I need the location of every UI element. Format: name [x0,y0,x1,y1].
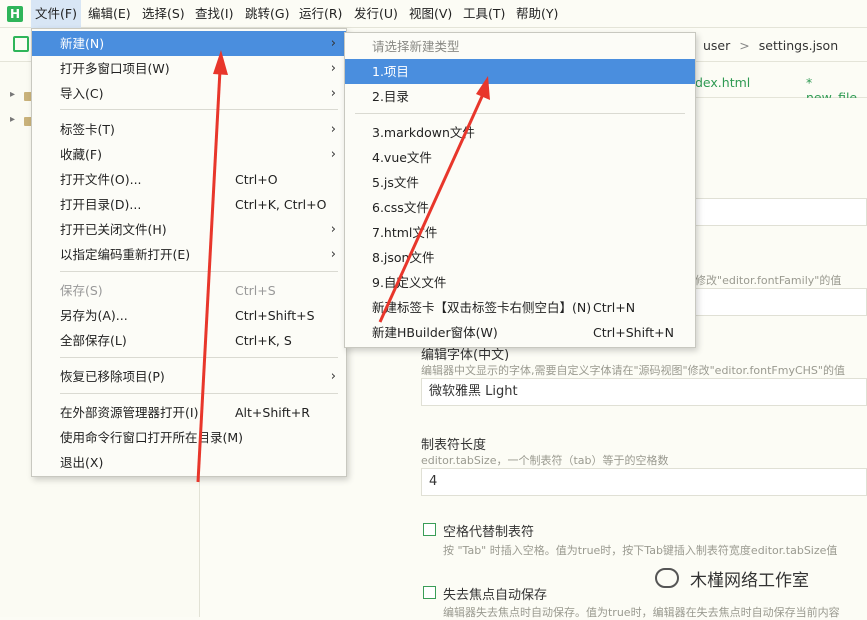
watermark-text: 木槿网络工作室 [690,571,809,591]
red-arrow-2 [378,76,490,323]
annotation-arrows [196,50,490,483]
red-arrow-1 [196,50,228,483]
wechat-icon [655,568,679,588]
